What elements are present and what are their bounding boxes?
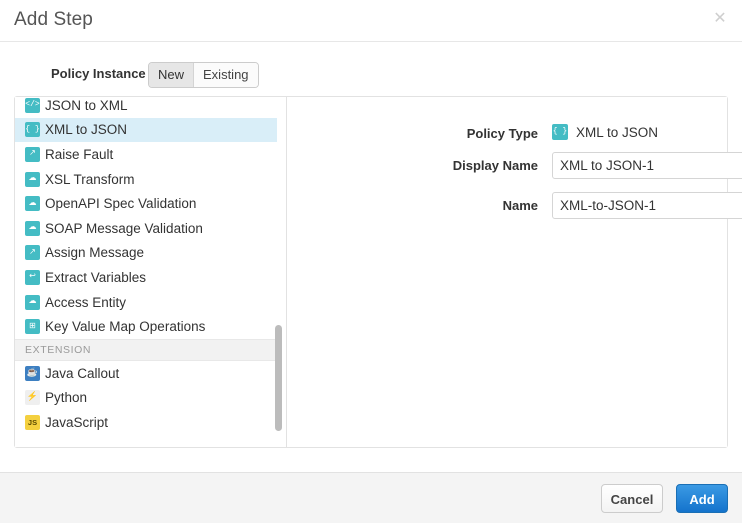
list-item-label: Python xyxy=(45,390,87,405)
display-name-label: Display Name xyxy=(287,158,538,173)
display-name-input[interactable] xyxy=(552,152,742,179)
list-item-label: OpenAPI Spec Validation xyxy=(45,196,196,211)
list-item[interactable]: { } XML to JSON xyxy=(15,118,277,143)
list-item-label: Raise Fault xyxy=(45,147,113,162)
raise-fault-icon: ↗ xyxy=(25,147,40,162)
assign-message-icon: ↗ xyxy=(25,245,40,260)
access-entity-icon: ☁ xyxy=(25,295,40,310)
icon-glyph: ⊞ xyxy=(25,319,40,334)
list-item[interactable]: ☕ Java Callout xyxy=(15,361,277,386)
list-item-label: Assign Message xyxy=(45,245,144,260)
list-item[interactable]: ⚡ Python xyxy=(15,386,277,411)
list-item[interactable]: ⊞ Key Value Map Operations xyxy=(15,314,277,339)
javascript-icon: JS xyxy=(25,415,40,430)
cancel-button[interactable]: Cancel xyxy=(601,484,663,513)
list-item-label: Java Callout xyxy=(45,366,119,381)
icon-glyph: ☁ xyxy=(25,196,40,211)
soap-message-validation-icon: ☁ xyxy=(25,221,40,236)
icon-glyph: { } xyxy=(552,124,568,140)
python-icon: ⚡ xyxy=(25,390,40,405)
xml-to-json-icon: { } xyxy=(25,122,40,137)
json-to-xml-icon: </> xyxy=(25,98,40,113)
policy-list-panel[interactable]: </> JSON to XML { } XML to JSON ↗ Raise Fault… xyxy=(15,97,287,447)
icon-glyph: { } xyxy=(25,122,40,137)
name-row: Name xyxy=(287,195,727,219)
icon-glyph: ⚡ xyxy=(25,390,40,405)
policy-type-value-group: { } XML to JSON xyxy=(552,124,658,140)
list-item-label: JSON to XML xyxy=(45,98,128,113)
dialog-header: Add Step ✕ xyxy=(0,0,742,42)
openapi-spec-validation-icon: ☁ xyxy=(25,196,40,211)
add-step-dialog: Add Step ✕ Policy Instance New Existing … xyxy=(0,0,742,523)
list-item-label: XSL Transform xyxy=(45,172,135,187)
icon-glyph: ☁ xyxy=(25,172,40,187)
xsl-transform-icon: ☁ xyxy=(25,172,40,187)
icon-glyph: JS xyxy=(25,415,40,430)
list-item[interactable]: ☁ XSL Transform xyxy=(15,167,277,192)
list-item[interactable]: ↩ Extract Variables xyxy=(15,265,277,290)
xml-to-json-icon: { } xyxy=(552,124,568,140)
toggle-new-button[interactable]: New xyxy=(149,63,193,87)
dialog-title: Add Step xyxy=(14,9,93,31)
list-item-label: JavaScript xyxy=(45,415,108,430)
dialog-footer: Cancel Add xyxy=(0,472,742,523)
policy-instance-row: Policy Instance New Existing xyxy=(0,62,742,88)
display-name-row: Display Name xyxy=(287,155,727,179)
dialog-body: </> JSON to XML { } XML to JSON ↗ Raise Fault… xyxy=(14,96,728,448)
name-input[interactable] xyxy=(552,192,742,219)
icon-glyph: ↗ xyxy=(25,147,40,162)
list-item-label: Key Value Map Operations xyxy=(45,319,205,334)
icon-glyph: ☕ xyxy=(25,366,40,381)
policy-instance-toggle-group: New Existing xyxy=(148,62,259,88)
list-item[interactable]: ☁ OpenAPI Spec Validation xyxy=(15,191,277,216)
add-button[interactable]: Add xyxy=(676,484,728,513)
list-item[interactable]: ☁ SOAP Message Validation xyxy=(15,216,277,241)
icon-glyph: </> xyxy=(25,98,40,113)
list-item-label: Extract Variables xyxy=(45,270,146,285)
policy-list-scroll-thumb[interactable] xyxy=(275,325,282,431)
list-item[interactable]: ↗ Raise Fault xyxy=(15,142,277,167)
extract-variables-icon: ↩ xyxy=(25,270,40,285)
java-callout-icon: ☕ xyxy=(25,366,40,381)
list-item-label: Access Entity xyxy=(45,295,126,310)
policy-instance-label: Policy Instance xyxy=(51,66,146,81)
close-icon[interactable]: ✕ xyxy=(710,9,730,29)
policy-list-scrollbar[interactable] xyxy=(274,97,282,447)
toggle-existing-button[interactable]: Existing xyxy=(193,63,258,87)
list-item-label: SOAP Message Validation xyxy=(45,221,203,236)
policy-type-label: Policy Type xyxy=(287,126,538,141)
policy-detail-panel: Policy Type { } XML to JSON Display Name… xyxy=(287,97,727,447)
policy-list-section-header: EXTENSION xyxy=(15,339,277,361)
key-value-map-operations-icon: ⊞ xyxy=(25,319,40,334)
icon-glyph: ☁ xyxy=(25,221,40,236)
list-item-label: XML to JSON xyxy=(45,122,127,137)
list-item[interactable]: ↗ Assign Message xyxy=(15,241,277,266)
icon-glyph: ☁ xyxy=(25,295,40,310)
name-label: Name xyxy=(287,198,538,213)
policy-list: </> JSON to XML { } XML to JSON ↗ Raise Fault… xyxy=(15,97,277,435)
list-item[interactable]: JS JavaScript xyxy=(15,410,277,435)
list-item[interactable]: </> JSON to XML xyxy=(15,97,277,118)
icon-glyph: ↗ xyxy=(25,245,40,260)
list-item[interactable]: ☁ Access Entity xyxy=(15,290,277,315)
icon-glyph: ↩ xyxy=(25,270,40,285)
policy-type-row: Policy Type { } XML to JSON xyxy=(287,123,727,147)
policy-type-value: XML to JSON xyxy=(576,125,658,140)
